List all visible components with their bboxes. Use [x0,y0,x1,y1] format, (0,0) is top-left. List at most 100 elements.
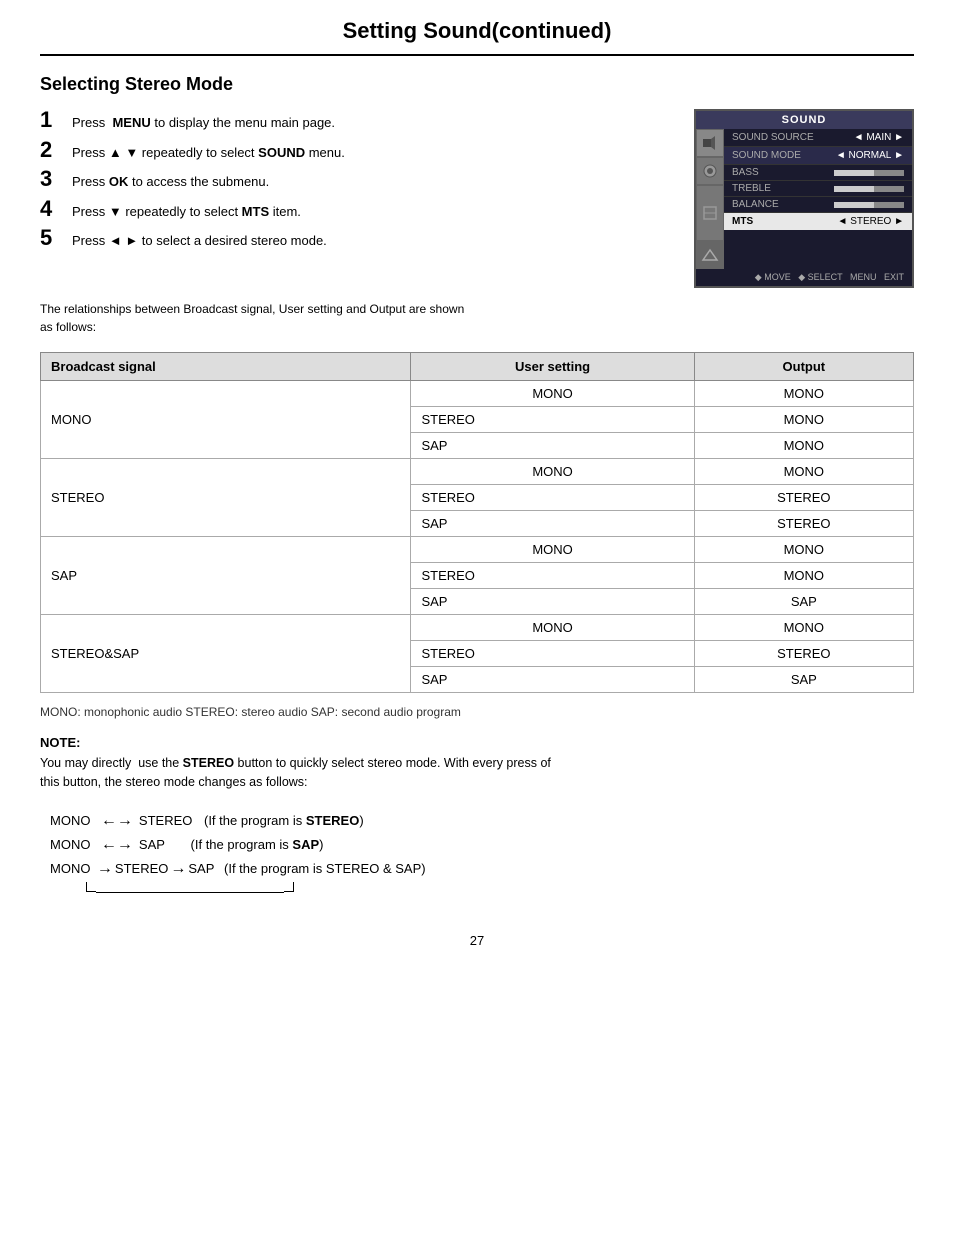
tv-menu-label-balance: BALANCE [732,199,779,210]
tv-menu-row-balance: BALANCE [724,197,912,213]
table-header-row: Broadcast signal User setting Output [41,353,914,381]
step-number-4: 4 [40,198,68,220]
step-number-2: 2 [40,139,68,161]
diagram-row-2: MONO ←→ SAP (If the program is SAP) [50,836,914,854]
output-mono-stereo: MONO [694,407,913,433]
tv-menu-value-source: ◄ MAIN ► [854,132,904,143]
tv-icon-3 [696,185,724,241]
tv-menu-label-mts: MTS [732,216,753,227]
diagram-sap-3: SAP [188,861,214,876]
step-text-5: Press ◄ ► to select a desired stereo mod… [72,231,327,251]
diagram-sap-2: SAP [139,837,165,852]
col-header-user: User setting [411,353,694,381]
diagram-row-3: MONO → STEREO → SAP (If the program is S… [50,860,914,894]
step-key-sound: SOUND [258,145,305,160]
diagram-row-1: MONO ←→ STEREO (If the program is STEREO… [50,812,914,830]
diagram-arrow-3b: → [170,860,186,878]
user-setting-ss-stereo: STEREO [411,641,694,667]
diagram-mono-3: MONO [50,861,90,876]
user-setting-sap-stereo: STEREO [411,563,694,589]
diagram-stereo-1: STEREO [139,813,192,828]
tv-menu-row-bass: BASS [724,165,912,181]
tv-menu-row-treble: TREBLE [724,181,912,197]
diagram-note-1: (If the program is STEREO) [200,813,363,828]
user-setting-mono-sap: SAP [411,433,694,459]
legend: MONO: monophonic audio STEREO: stereo au… [40,705,914,719]
col-header-output: Output [694,353,913,381]
user-setting-stereo-stereo: STEREO [411,485,694,511]
note-key-stereo-1: STEREO [306,813,359,828]
section-title: Selecting Stereo Mode [40,74,914,95]
tv-inner: SOUND SOURCE ◄ MAIN ► SOUND MODE ◄ NORMA… [696,129,912,269]
tv-menu-row-mts: MTS ◄ STEREO ► [724,213,912,230]
tv-menu-bar-balance [834,202,904,208]
page-title: Setting Sound(continued) [343,18,612,43]
step-5: 5 Press ◄ ► to select a desired stereo m… [40,227,674,251]
tv-icon-4 [696,241,724,269]
tv-menu-bar-treble [834,186,904,192]
table-row: STEREO&SAP MONO MONO [41,615,914,641]
loop-return-visual [86,878,294,894]
note-key-stereo: STEREO [183,756,234,770]
step-key-menu: MENU [112,115,150,130]
output-ss-mono: MONO [694,615,913,641]
steps-list: 1 Press MENU to display the menu main pa… [40,109,674,257]
steps-and-image: 1 Press MENU to display the menu main pa… [40,109,914,288]
diagram-mono-1: MONO [50,813,90,828]
user-setting-sap-sap: SAP [411,589,694,615]
output-stereo-mono: MONO [694,459,913,485]
step-number-5: 5 [40,227,68,249]
diagram-stereo-3: STEREO [115,861,168,876]
output-sap-mono: MONO [694,537,913,563]
output-stereo-stereo: STEREO [694,485,913,511]
diagram-note-2: (If the program is SAP) [187,837,324,852]
signal-stereo: STEREO [41,459,411,537]
note-section: NOTE: You may directly use the STEREO bu… [40,735,914,792]
step-1: 1 Press MENU to display the menu main pa… [40,109,674,133]
user-setting-mono-mono: MONO [411,381,694,407]
loop-return-container [86,878,294,894]
diagram-area: MONO ←→ STEREO (If the program is STEREO… [50,812,914,894]
tv-icon-col [696,129,724,269]
page-number: 27 [40,933,914,948]
tv-menu-bar-bass [834,170,904,176]
tv-icon-1 [696,129,724,157]
tv-menu-label-source: SOUND SOURCE [732,132,814,143]
diagram-arrow-1: ←→ [96,812,132,830]
step-key-mts: MTS [242,204,269,219]
step-key-ok: OK [109,174,129,189]
note-key-ss-3: STEREO & SAP [326,861,421,876]
diagram-arrow-2: ←→ [96,836,132,854]
step-text-1: Press MENU to display the menu main page… [72,113,335,133]
table-row: SAP MONO MONO [41,537,914,563]
step-3: 3 Press OK to access the submenu. [40,168,674,192]
tv-menu-rows: SOUND SOURCE ◄ MAIN ► SOUND MODE ◄ NORMA… [724,129,912,269]
table-row: MONO MONO MONO [41,381,914,407]
user-setting-ss-mono: MONO [411,615,694,641]
note-text: You may directly use the STEREO button t… [40,754,914,792]
tv-menu-label-treble: TREBLE [732,183,771,194]
output-mono-sap: MONO [694,433,913,459]
output-ss-stereo: STEREO [694,641,913,667]
diagram-loop-line: MONO → STEREO → SAP (If the program is S… [50,860,914,878]
step-number-1: 1 [40,109,68,131]
diagram-mono-2: MONO [50,837,90,852]
output-sap-stereo: MONO [694,563,913,589]
tv-icon-2 [696,157,724,185]
step-4: 4 Press ▼ repeatedly to select MTS item. [40,198,674,222]
step-text-2: Press ▲ ▼ repeatedly to select SOUND men… [72,143,345,163]
signal-mono: MONO [41,381,411,459]
tv-menu-value-mts: ◄ STEREO ► [838,216,904,227]
user-setting-sap-mono: MONO [411,537,694,563]
output-ss-sap: SAP [694,667,913,693]
description: The relationships between Broadcast sign… [40,300,914,336]
tv-menu-row-mode: SOUND MODE ◄ NORMAL ► [724,147,912,165]
table-row: STEREO MONO MONO [41,459,914,485]
loop-bottom-line [96,892,284,894]
step-text-3: Press OK to access the submenu. [72,172,269,192]
user-setting-stereo-mono: MONO [411,459,694,485]
tv-menu-footer: ◆ MOVE ◆ SELECT MENU EXIT [696,269,912,286]
user-setting-mono-stereo: STEREO [411,407,694,433]
tv-menu: SOUND SOUND SOURCE [694,109,914,288]
step-number-3: 3 [40,168,68,190]
